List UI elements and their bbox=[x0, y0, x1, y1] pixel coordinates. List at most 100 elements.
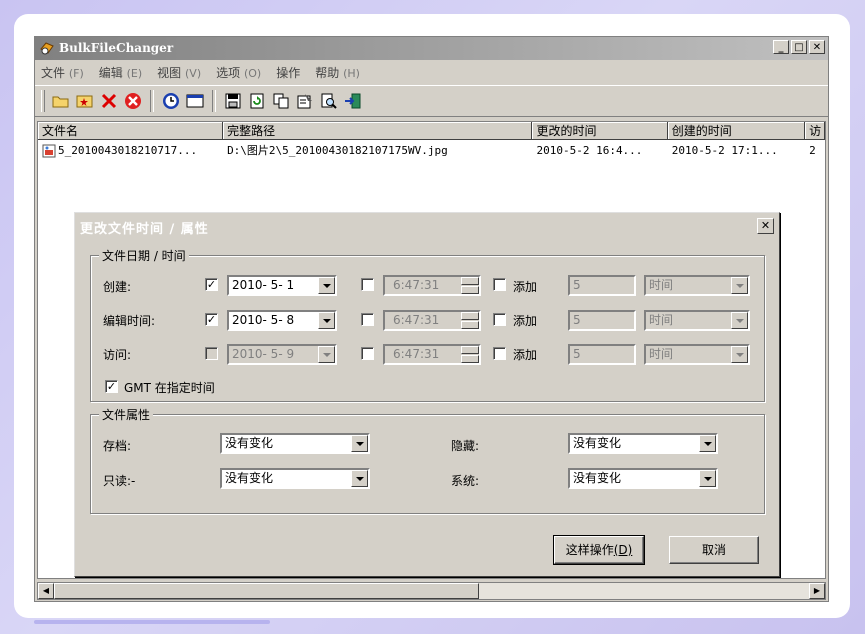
created-time-spinner[interactable]: 6:47:31 bbox=[383, 275, 481, 296]
image-file-icon bbox=[42, 144, 56, 158]
chevron-down-icon[interactable] bbox=[318, 346, 335, 363]
col-accessed[interactable]: 访 bbox=[805, 122, 825, 140]
do-it-button[interactable]: 这样操作(D) bbox=[553, 535, 645, 565]
system-select[interactable]: 没有变化 bbox=[568, 468, 718, 489]
delete-x-icon[interactable] bbox=[99, 91, 119, 111]
spin-down-icon[interactable] bbox=[461, 355, 479, 363]
chevron-down-icon[interactable] bbox=[699, 435, 716, 452]
copy-icon[interactable] bbox=[271, 91, 291, 111]
accessed-unit-select[interactable]: 时间 bbox=[644, 344, 750, 365]
spin-up-icon[interactable] bbox=[461, 312, 479, 320]
modified-time-spinner[interactable]: 6:47:31 bbox=[383, 310, 481, 331]
cancel-button[interactable]: 取消 bbox=[669, 536, 759, 564]
close-window-button[interactable]: ✕ bbox=[809, 40, 825, 54]
window-titlebar[interactable]: BulkFileChanger _ □ ✕ bbox=[35, 37, 828, 60]
chevron-down-icon[interactable] bbox=[731, 312, 748, 329]
created-add-input[interactable]: 5 bbox=[568, 275, 636, 296]
system-label: 系统: bbox=[451, 474, 480, 488]
chevron-down-icon[interactable] bbox=[318, 277, 335, 294]
col-fullpath[interactable]: 完整路径 bbox=[223, 122, 533, 140]
menu-help[interactable]: 帮助 (H) bbox=[315, 64, 360, 81]
modified-add-checkbox[interactable] bbox=[493, 313, 506, 326]
chevron-down-icon[interactable] bbox=[699, 470, 716, 487]
dialog-titlebar[interactable]: 更改文件时间 / 属性 ✕ bbox=[78, 215, 776, 237]
modified-add-label: 添加 bbox=[513, 314, 538, 328]
spin-up-icon[interactable] bbox=[461, 346, 479, 354]
toolbar-grip[interactable] bbox=[41, 90, 45, 112]
properties-icon[interactable] bbox=[295, 91, 315, 111]
exit-icon[interactable] bbox=[343, 91, 363, 111]
refresh-icon[interactable] bbox=[247, 91, 267, 111]
accessed-time-spinner[interactable]: 6:47:31 bbox=[383, 344, 481, 365]
created-time-checkbox[interactable] bbox=[361, 278, 374, 291]
readonly-select[interactable]: 没有变化 bbox=[220, 468, 370, 489]
table-row[interactable]: 5_2010043018210717... D:\图片2\5_201004301… bbox=[38, 142, 825, 160]
minimize-button[interactable]: _ bbox=[773, 40, 789, 54]
file-attributes-group-label: 文件属性 bbox=[99, 406, 154, 423]
row-modified: 2010-5-2 16:4... bbox=[536, 144, 643, 157]
open-folder-icon[interactable] bbox=[51, 91, 71, 111]
modified-time-checkbox[interactable] bbox=[361, 313, 374, 326]
maximize-button[interactable]: □ bbox=[791, 40, 807, 54]
modified-unit-select[interactable]: 时间 bbox=[644, 310, 750, 331]
accessed-date-picker[interactable]: 2010- 5- 9 bbox=[227, 344, 337, 365]
created-add-checkbox[interactable] bbox=[493, 278, 506, 291]
menu-edit[interactable]: 编辑 (E) bbox=[99, 64, 142, 81]
modified-date-picker[interactable]: 2010- 5- 8 bbox=[227, 310, 337, 331]
chevron-down-icon[interactable] bbox=[351, 470, 368, 487]
stop-icon[interactable] bbox=[123, 91, 143, 111]
accessed-label: 访问: bbox=[103, 348, 132, 362]
archive-label: 存档: bbox=[103, 439, 132, 453]
menu-file[interactable]: 文件 (F) bbox=[41, 64, 84, 81]
scroll-right-button[interactable]: ▶ bbox=[809, 583, 825, 599]
accessed-time-checkbox[interactable] bbox=[361, 347, 374, 360]
dialog-title: 更改文件时间 / 属性 bbox=[80, 222, 209, 237]
row-fullpath: D:\图片2\5_20100430182107175WV.jpg bbox=[227, 144, 448, 157]
col-modified[interactable]: 更改的时间 bbox=[532, 122, 668, 140]
bottom-accent-bar bbox=[34, 620, 270, 624]
col-created[interactable]: 创建的时间 bbox=[667, 122, 806, 140]
readonly-label: 只读:- bbox=[103, 474, 136, 488]
modified-checkbox[interactable]: ✓ bbox=[205, 313, 218, 326]
add-files-icon[interactable] bbox=[75, 91, 95, 111]
toolbar-separator-2 bbox=[212, 90, 216, 112]
created-date-picker[interactable]: 2010- 5- 1 bbox=[227, 275, 337, 296]
row-created: 2010-5-2 17:1... bbox=[671, 144, 778, 157]
accessed-checkbox[interactable] bbox=[205, 347, 218, 360]
toolbar bbox=[35, 85, 828, 117]
horizontal-scrollbar[interactable]: ◀ ▶ bbox=[37, 582, 826, 600]
menubar: 文件 (F) 编辑 (E) 视图 (V) 选项 (O) 操作 帮助 (H) bbox=[35, 61, 828, 83]
menu-options[interactable]: 选项 (O) bbox=[216, 64, 261, 81]
chevron-down-icon[interactable] bbox=[351, 435, 368, 452]
chevron-down-icon[interactable] bbox=[731, 346, 748, 363]
col-filename[interactable]: 文件名 bbox=[38, 122, 224, 140]
accessed-add-checkbox[interactable] bbox=[493, 347, 506, 360]
row-filename: 5_2010043018210717... bbox=[58, 144, 198, 157]
dialog-close-button[interactable]: ✕ bbox=[757, 218, 774, 234]
accessed-add-input[interactable]: 5 bbox=[568, 344, 636, 365]
created-unit-select[interactable]: 时间 bbox=[644, 275, 750, 296]
spin-down-icon[interactable] bbox=[461, 321, 479, 329]
spin-up-icon[interactable] bbox=[461, 277, 479, 285]
gmt-checkbox[interactable]: ✓ bbox=[105, 380, 118, 393]
modified-add-input[interactable]: 5 bbox=[568, 310, 636, 331]
menu-view[interactable]: 视图 (V) bbox=[157, 64, 201, 81]
date-time-group: 文件日期 / 时间 创建: ✓ 2010- 5- 1 6:47:31 添加 5 … bbox=[90, 247, 765, 402]
hidden-select[interactable]: 没有变化 bbox=[568, 433, 718, 454]
save-icon[interactable] bbox=[223, 91, 243, 111]
scroll-left-button[interactable]: ◀ bbox=[38, 583, 54, 599]
scroll-thumb[interactable] bbox=[54, 583, 479, 599]
chevron-down-icon[interactable] bbox=[318, 312, 335, 329]
created-checkbox[interactable]: ✓ bbox=[205, 278, 218, 291]
chevron-down-icon[interactable] bbox=[731, 277, 748, 294]
find-icon[interactable] bbox=[319, 91, 339, 111]
archive-select[interactable]: 没有变化 bbox=[220, 433, 370, 454]
change-time-dialog: 更改文件时间 / 属性 ✕ 文件日期 / 时间 创建: ✓ 2010- 5- 1… bbox=[74, 212, 780, 577]
spin-down-icon[interactable] bbox=[461, 286, 479, 294]
file-attributes-group: 文件属性 存档: 没有变化 隐藏: 没有变化 只读:- 没有变化 系统: 没有变… bbox=[90, 406, 765, 514]
window-icon[interactable] bbox=[185, 91, 205, 111]
clock-icon[interactable] bbox=[161, 91, 181, 111]
row-accessed: 2 bbox=[809, 144, 816, 157]
menu-action[interactable]: 操作 bbox=[276, 64, 300, 81]
app-icon bbox=[40, 42, 54, 55]
